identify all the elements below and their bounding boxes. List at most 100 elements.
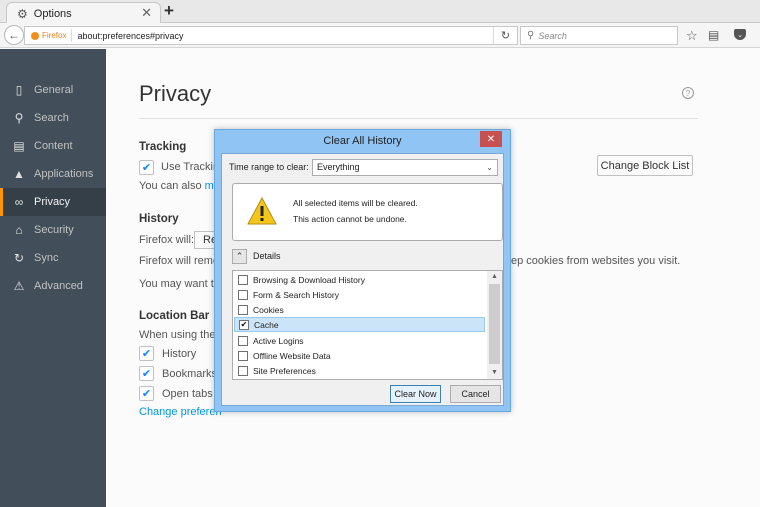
search-icon: ⚲ [14, 111, 24, 125]
checkbox[interactable] [238, 335, 248, 346]
new-tab-button[interactable]: + [164, 1, 174, 21]
list-item-label: Form & Search History [253, 289, 339, 300]
list-item-label: Active Logins [253, 335, 304, 346]
list-item-site-preferences[interactable]: Site Preferences [234, 363, 485, 378]
history-heading: History [139, 213, 179, 225]
sidebar-item-sync[interactable]: ↻ Sync [0, 244, 106, 272]
mask-icon: ∞ [14, 195, 24, 209]
bookmark-star-icon[interactable]: ☆ [686, 28, 698, 44]
url-bar[interactable]: Firefox about:preferences#privacy ↻ [24, 26, 518, 45]
firefox-will-label: Firefox will: [139, 234, 195, 246]
warning-line-2: This action cannot be undone. [293, 214, 407, 224]
list-item-cookies[interactable]: Cookies [234, 302, 485, 317]
location-history-checkbox[interactable]: ✔ [139, 346, 154, 361]
scroll-down-icon[interactable]: ▼ [487, 367, 502, 379]
tab-strip: ⚙ Options ✕ + [0, 0, 760, 24]
title-divider [139, 118, 698, 119]
gear-icon: ⚙ [17, 6, 28, 21]
warning-line-1: All selected items will be cleared. [293, 198, 418, 208]
checkbox[interactable] [238, 289, 248, 300]
also-text: You can also [139, 180, 205, 192]
dialog-title: Clear All History [323, 135, 402, 147]
location-history-label: History [162, 348, 197, 360]
search-placeholder: Search [538, 30, 567, 41]
reload-icon[interactable]: ↻ [493, 27, 517, 44]
tracking-heading: Tracking [139, 141, 187, 153]
location-open-tabs-label: Open tabs [162, 388, 213, 400]
checkbox[interactable] [238, 350, 248, 361]
close-tab-icon[interactable]: ✕ [141, 5, 152, 21]
scroll-up-icon[interactable]: ▲ [487, 271, 502, 283]
when-using-text: When using the l [139, 329, 221, 341]
warning-icon [247, 197, 277, 225]
scrollbar-thumb[interactable] [489, 284, 500, 364]
chevron-down-icon: ⌄ [486, 163, 493, 172]
change-preferences-link[interactable]: Change preferen [139, 406, 222, 418]
location-bookmarks-checkbox[interactable]: ✔ [139, 366, 154, 381]
sidebar-item-search[interactable]: ⚲ Search [0, 104, 106, 132]
list-item-label: Cookies [253, 304, 284, 315]
clear-history-dialog: Clear All History ✕ Time range to clear:… [214, 129, 511, 412]
identity-box[interactable]: Firefox [25, 29, 73, 42]
sync-icon: ↻ [13, 251, 25, 265]
sidebar-item-advanced[interactable]: ⚠ Advanced [0, 272, 106, 300]
checkbox[interactable] [238, 304, 248, 315]
pocket-icon[interactable]: ⌄ [734, 29, 746, 40]
chevron-up-icon: ⌃ [235, 251, 244, 261]
checkbox[interactable] [238, 274, 248, 285]
search-icon: ⚲ [527, 30, 535, 41]
list-item-offline-data[interactable]: Offline Website Data [234, 348, 485, 363]
warning-box: All selected items will be cleared. This… [232, 183, 503, 241]
details-toggle-button[interactable]: ⌃ [232, 249, 247, 264]
page-title: Privacy [139, 81, 212, 106]
location-bar-heading: Location Bar [139, 310, 210, 322]
search-input[interactable]: ⚲ Search [520, 26, 678, 45]
help-icon[interactable]: ? [682, 87, 694, 99]
list-item-browsing-history[interactable]: Browsing & Download History [234, 272, 485, 287]
back-button[interactable]: ← [4, 25, 24, 45]
list-item-cache[interactable]: ✔ Cache [234, 317, 485, 332]
dialog-body: Time range to clear: Everything ⌄ All se… [221, 153, 504, 406]
time-range-value: Everything [317, 162, 360, 172]
list-scrollbar[interactable]: ▲ ▼ [487, 271, 502, 379]
list-item-label: Cache [254, 319, 279, 330]
dialog-close-button[interactable]: ✕ [480, 131, 502, 147]
details-label: Details [253, 251, 281, 261]
tab-options[interactable]: ⚙ Options ✕ [6, 2, 161, 24]
sidebar-item-general[interactable]: ▯ General [0, 76, 106, 104]
location-bookmarks-label: Bookmarks [162, 368, 218, 380]
cancel-button[interactable]: Cancel [450, 385, 501, 403]
time-range-select[interactable]: Everything ⌄ [312, 159, 498, 176]
sidebar-item-label: Sync [34, 252, 59, 264]
list-item-label: Offline Website Data [253, 350, 331, 361]
location-open-tabs-checkbox[interactable]: ✔ [139, 386, 154, 401]
url-text[interactable]: about:preferences#privacy [72, 31, 183, 41]
list-item-label: Site Preferences [253, 365, 316, 376]
sidebar-item-label: Search [34, 112, 69, 124]
checkbox[interactable] [238, 365, 248, 376]
sidebar-item-label: Security [34, 224, 74, 236]
sidebar-item-content[interactable]: ▤ Content [0, 132, 106, 160]
list-item-form-history[interactable]: Form & Search History [234, 287, 485, 302]
tab-title: Options [33, 7, 72, 20]
security-icon: ⌂ [15, 223, 23, 237]
tracking-also-text: You can also ma [139, 180, 220, 192]
identity-label: Firefox [42, 31, 67, 40]
sidebar-item-label: Content [34, 140, 73, 152]
change-block-list-button[interactable]: Change Block List [597, 155, 693, 176]
back-arrow-icon: ← [8, 28, 20, 42]
checkbox-checked[interactable]: ✔ [239, 319, 249, 330]
history-remember-text: Firefox will reme [139, 255, 220, 267]
sidebar-item-privacy[interactable]: ∞ Privacy [0, 188, 106, 216]
history-may-want-text: You may want to [139, 278, 220, 290]
clear-now-button[interactable]: Clear Now [390, 385, 441, 403]
sidebar-item-applications[interactable]: ▲ Applications [0, 160, 106, 188]
history-items-list: Browsing & Download History Form & Searc… [232, 270, 503, 380]
list-item-active-logins[interactable]: Active Logins [234, 333, 485, 348]
sidebar: ▯ General ⚲ Search ▤ Content ▲ Applicati… [0, 49, 106, 507]
reading-list-icon[interactable]: ▤ [708, 28, 719, 42]
sidebar-item-label: Privacy [34, 196, 71, 208]
applications-icon: ▲ [13, 167, 25, 181]
tracking-checkbox[interactable]: ✔ [139, 160, 154, 175]
sidebar-item-security[interactable]: ⌂ Security [0, 216, 106, 244]
